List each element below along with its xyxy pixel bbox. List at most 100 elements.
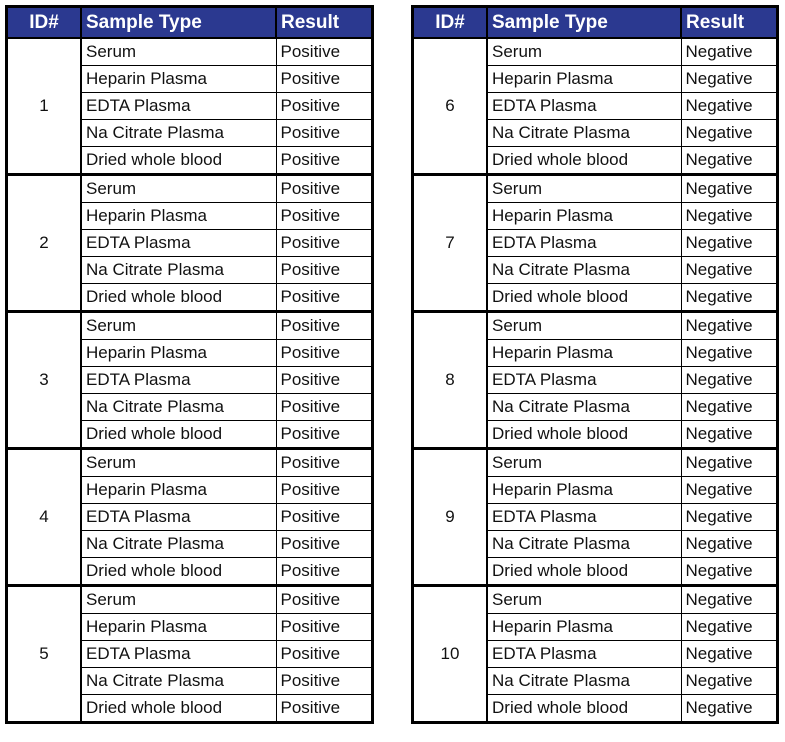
sample-type-cell: Serum [486, 447, 682, 477]
result-cell: Positive [275, 202, 373, 230]
sample-type-cell: Heparin Plasma [80, 65, 277, 93]
sample-type-cell: Heparin Plasma [80, 613, 277, 641]
result-cell: Negative [680, 202, 778, 230]
result-cell: Positive [275, 557, 373, 586]
sample-type-cell: Dried whole blood [80, 283, 277, 312]
sample-type-cell: Serum [80, 37, 277, 66]
table-row: 6 Serum Negative [412, 37, 778, 175]
sample-type-cell: EDTA Plasma [486, 92, 682, 120]
sample-type-cell: EDTA Plasma [486, 503, 682, 531]
sample-type-cell: Serum [486, 310, 682, 340]
sample-type-cell: Dried whole blood [486, 283, 682, 312]
result-cell: Positive [275, 613, 373, 641]
result-cell: Positive [275, 229, 373, 257]
table-row: 8 Serum Negative [412, 310, 778, 449]
sample-type-cell: EDTA Plasma [80, 640, 277, 668]
header-row: ID# Sample Type Result [5, 5, 374, 39]
sample-type-cell: EDTA Plasma [80, 366, 277, 394]
result-cell: Negative [680, 667, 778, 695]
header-id: ID# [411, 5, 488, 39]
result-cell: Positive [275, 530, 373, 558]
sample-id: 3 [6, 310, 82, 449]
sample-type-cell: Dried whole blood [486, 146, 682, 175]
result-cell: Positive [275, 476, 373, 504]
table-body-right: 6 Serum Negative Heparin Plasma Negative EDTA… [412, 37, 778, 723]
sample-type-cell: Na Citrate Plasma [486, 667, 682, 695]
sample-type-cell: Na Citrate Plasma [80, 530, 277, 558]
sample-type-cell: EDTA Plasma [80, 503, 277, 531]
sample-type-cell: Serum [486, 584, 682, 614]
header-result: Result [275, 5, 374, 39]
sample-type-cell: Na Citrate Plasma [80, 119, 277, 147]
result-cell: Positive [275, 640, 373, 668]
sample-type-cell: Dried whole blood [486, 557, 682, 586]
result-cell: Negative [680, 173, 778, 203]
sample-type-cell: Na Citrate Plasma [486, 119, 682, 147]
result-cell: Positive [275, 503, 373, 531]
sample-type-cell: Serum [80, 310, 277, 340]
sample-type-cell: Heparin Plasma [486, 613, 682, 641]
result-cell: Negative [680, 339, 778, 367]
table-row: 1 Serum Positive [6, 37, 373, 175]
table-row: 3 Serum Positive [6, 310, 373, 449]
sample-type-cell: Dried whole blood [80, 420, 277, 449]
sample-type-cell: EDTA Plasma [80, 92, 277, 120]
header-id: ID# [5, 5, 82, 39]
sample-id: 7 [412, 173, 488, 312]
result-cell: Positive [275, 92, 373, 120]
result-cell: Negative [680, 447, 778, 477]
result-cell: Negative [680, 420, 778, 449]
table-row: 4 Serum Positive [6, 447, 373, 586]
sample-type-cell: EDTA Plasma [486, 229, 682, 257]
sample-type-cell: Heparin Plasma [486, 476, 682, 504]
result-cell: Negative [680, 503, 778, 531]
sample-id: 8 [412, 310, 488, 449]
sample-type-cell: Na Citrate Plasma [486, 530, 682, 558]
table-body-left: 1 Serum Positive Heparin Plasma Positive EDTA… [6, 37, 373, 723]
result-cell: Negative [680, 613, 778, 641]
sample-type-cell: Na Citrate Plasma [486, 393, 682, 421]
sample-type-cell: Dried whole blood [486, 694, 682, 723]
result-cell: Positive [275, 65, 373, 93]
result-cell: Positive [275, 256, 373, 284]
result-cell: Negative [680, 584, 778, 614]
sample-type-cell: Heparin Plasma [80, 202, 277, 230]
sample-id: 2 [6, 173, 82, 312]
sample-type-cell: Serum [80, 584, 277, 614]
result-cell: Negative [680, 393, 778, 421]
result-cell: Negative [680, 530, 778, 558]
result-cell: Negative [680, 146, 778, 175]
sample-type-cell: Serum [80, 173, 277, 203]
header-row: ID# Sample Type Result [411, 5, 779, 39]
result-cell: Positive [275, 447, 373, 477]
result-cell: Negative [680, 119, 778, 147]
result-cell: Negative [680, 310, 778, 340]
result-cell: Negative [680, 256, 778, 284]
result-cell: Positive [275, 119, 373, 147]
sample-id: 5 [6, 584, 82, 723]
table-row: 7 Serum Negative [412, 173, 778, 312]
sample-id: 10 [412, 584, 488, 723]
sample-type-cell: Heparin Plasma [80, 339, 277, 367]
result-cell: Negative [680, 557, 778, 586]
header-sample-type: Sample Type [486, 5, 682, 39]
result-cell: Positive [275, 584, 373, 614]
result-cell: Positive [275, 37, 373, 66]
sample-type-cell: Dried whole blood [80, 146, 277, 175]
result-cell: Negative [680, 37, 778, 66]
result-cell: Positive [275, 283, 373, 312]
sample-id: 9 [412, 447, 488, 586]
sample-type-cell: EDTA Plasma [486, 366, 682, 394]
result-cell: Negative [680, 283, 778, 312]
result-cell: Positive [275, 310, 373, 340]
sample-type-cell: Heparin Plasma [486, 339, 682, 367]
result-cell: Negative [680, 366, 778, 394]
table-row: 10 Serum Negative [412, 584, 778, 723]
sample-type-cell: Dried whole blood [80, 694, 277, 723]
sample-type-cell: Na Citrate Plasma [80, 393, 277, 421]
sample-id: 4 [6, 447, 82, 586]
sample-type-cell: Na Citrate Plasma [80, 667, 277, 695]
sample-type-cell: Serum [80, 447, 277, 477]
result-cell: Positive [275, 420, 373, 449]
result-cell: Negative [680, 694, 778, 723]
